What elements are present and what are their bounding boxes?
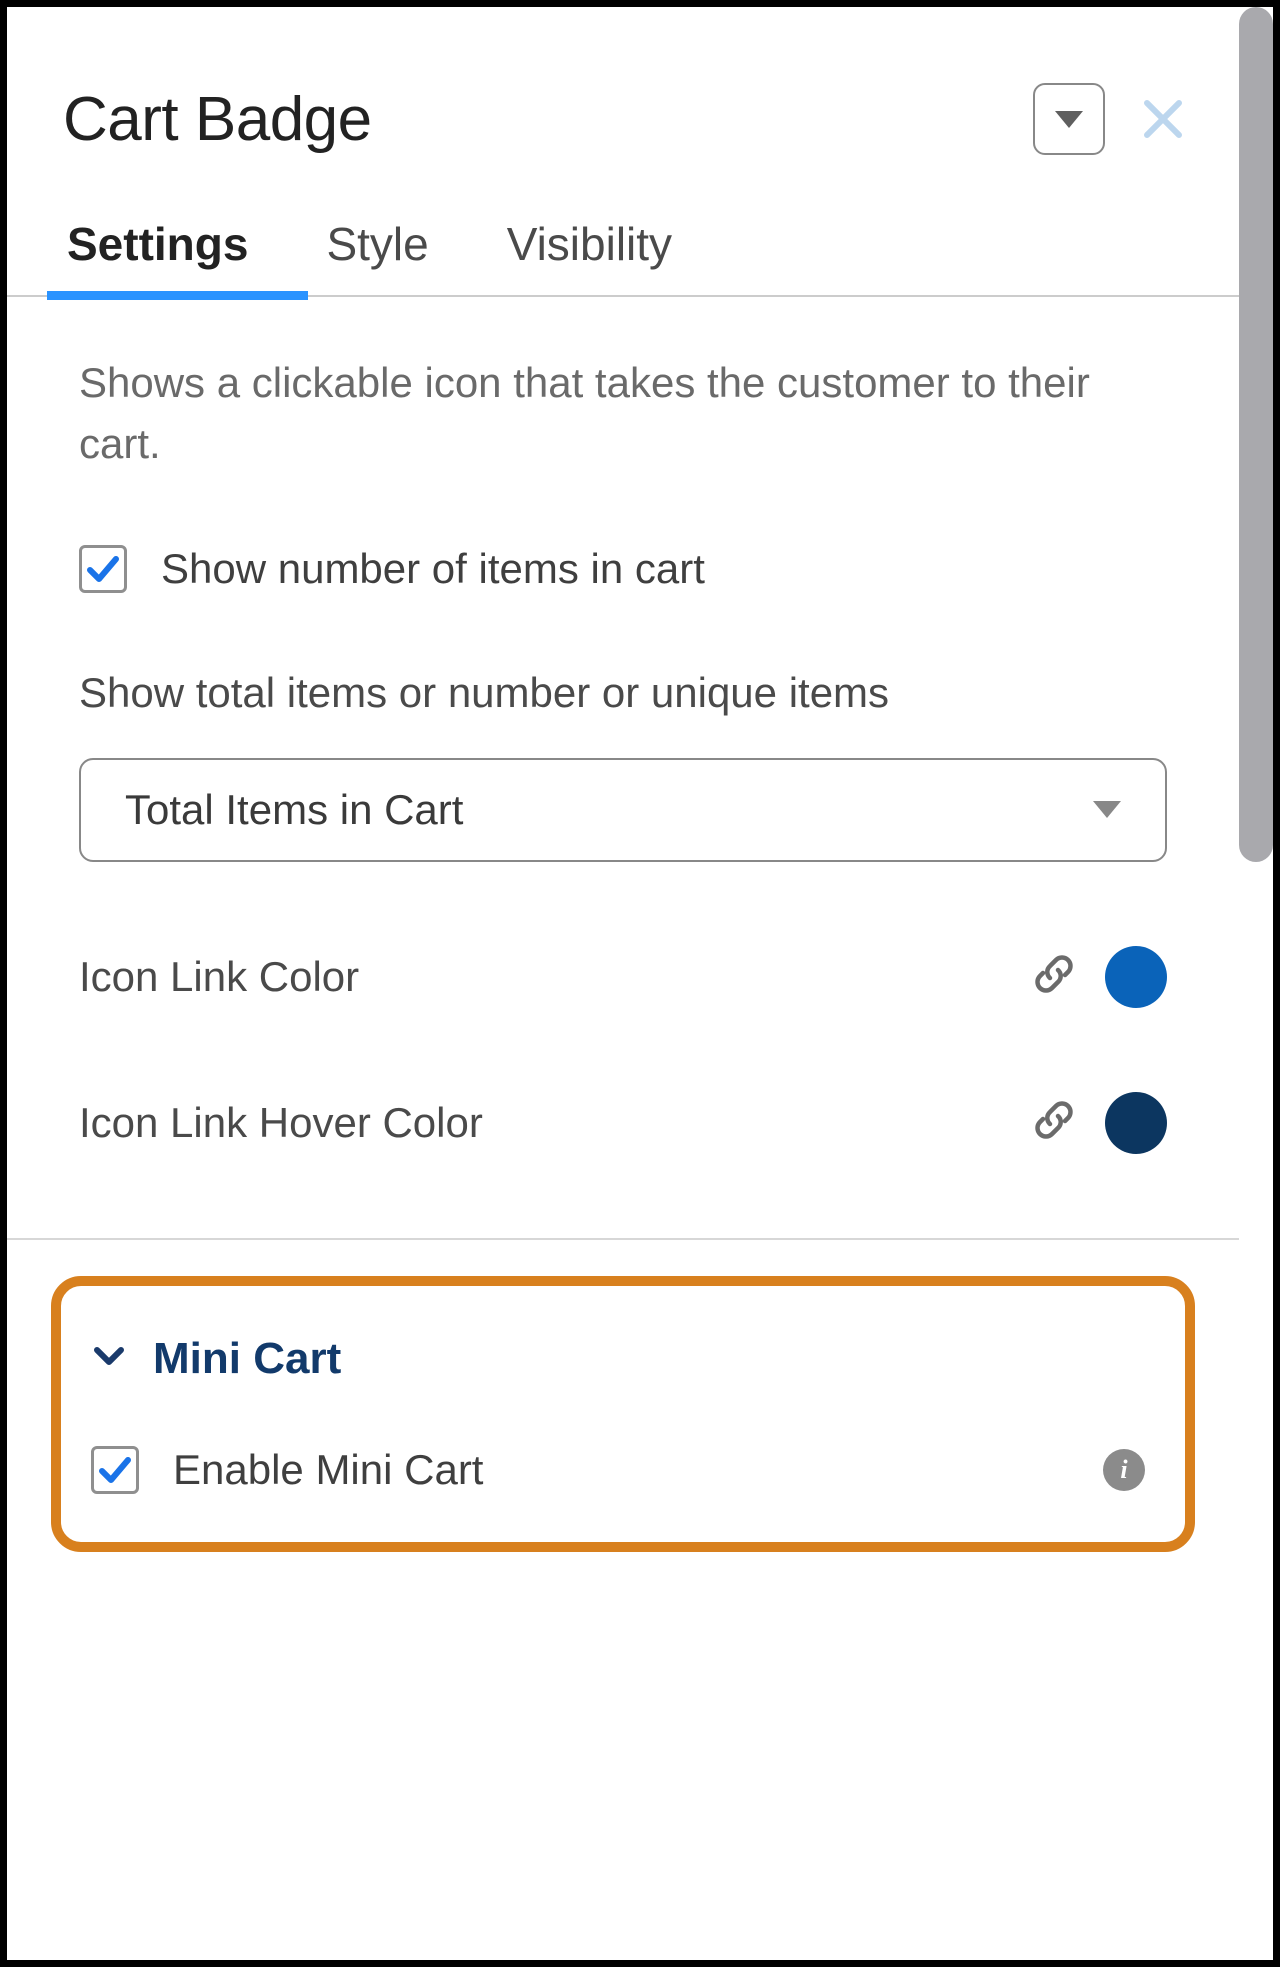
tab-style[interactable]: Style <box>322 217 432 295</box>
panel-description: Shows a clickable icon that takes the cu… <box>79 353 1167 475</box>
count-type-select[interactable]: Total Items in Cart <box>79 758 1167 862</box>
caret-down-icon <box>1093 801 1121 818</box>
tab-settings[interactable]: Settings <box>63 217 252 295</box>
icon-link-hover-color-label: Icon Link Hover Color <box>79 1099 483 1147</box>
close-button[interactable] <box>1135 91 1191 147</box>
panel-options-dropdown[interactable] <box>1033 83 1105 155</box>
tabs: Settings Style Visibility <box>7 217 1239 297</box>
show-items-label: Show number of items in cart <box>161 545 705 593</box>
mini-cart-section-highlight: Mini Cart Enable Mini Cart i <box>51 1276 1195 1552</box>
icon-link-color-swatch[interactable] <box>1105 946 1167 1008</box>
scrollbar[interactable] <box>1239 7 1273 862</box>
caret-down-icon <box>1055 111 1083 128</box>
show-items-checkbox[interactable] <box>79 545 127 593</box>
icon-link-color-label: Icon Link Color <box>79 953 359 1001</box>
count-type-label: Show total items or number or unique ite… <box>79 663 1167 724</box>
enable-mini-cart-label: Enable Mini Cart <box>173 1446 483 1494</box>
close-icon <box>1141 97 1185 141</box>
icon-link-hover-color-swatch[interactable] <box>1105 1092 1167 1154</box>
mini-cart-section-title: Mini Cart <box>153 1334 341 1384</box>
panel-title: Cart Badge <box>63 84 372 155</box>
enable-mini-cart-checkbox[interactable] <box>91 1446 139 1494</box>
link-icon[interactable] <box>1033 953 1075 1000</box>
checkmark-icon <box>98 1453 132 1487</box>
tab-visibility[interactable]: Visibility <box>503 217 676 295</box>
count-type-value: Total Items in Cart <box>125 786 463 834</box>
settings-panel: Cart Badge Settings Style Visibility Sho… <box>7 7 1239 1960</box>
chevron-down-icon <box>91 1338 127 1379</box>
mini-cart-section-toggle[interactable]: Mini Cart <box>91 1334 1145 1384</box>
checkmark-icon <box>86 552 120 586</box>
info-icon[interactable]: i <box>1103 1449 1145 1491</box>
link-icon[interactable] <box>1033 1099 1075 1146</box>
